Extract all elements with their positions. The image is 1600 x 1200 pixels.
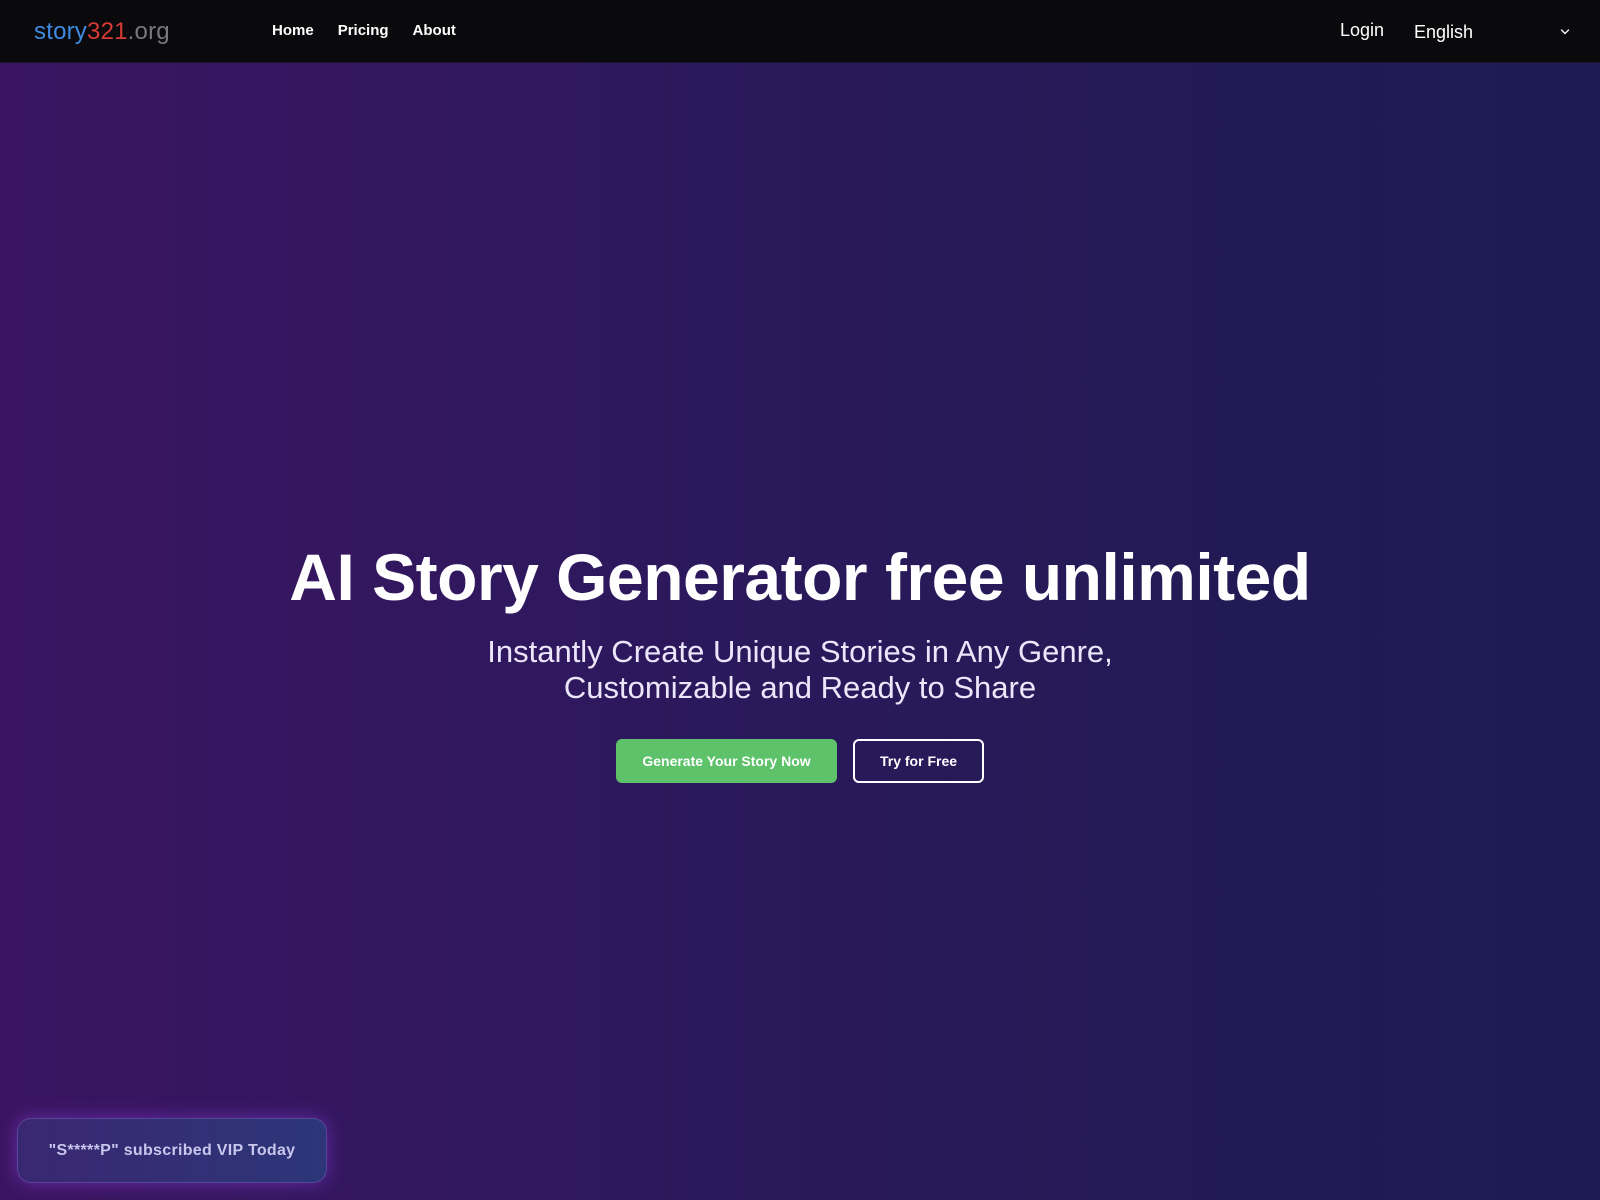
logo-part-story: story [34, 18, 88, 45]
language-select[interactable]: English [1414, 14, 1574, 50]
nav-link-pricing[interactable]: Pricing [338, 22, 389, 39]
logo-part-321: 321 [87, 18, 128, 45]
site-logo[interactable]: story321.org [34, 18, 170, 46]
nav-link-home[interactable]: Home [272, 22, 314, 39]
subscription-toast: "S*****P" subscribed VIP Today [17, 1118, 327, 1183]
chevron-down-icon [1560, 29, 1570, 35]
generate-story-button[interactable]: Generate Your Story Now [616, 738, 837, 783]
login-link[interactable]: Login [1340, 20, 1384, 41]
main-nav: Home Pricing About [272, 22, 456, 39]
language-selected-value: English [1414, 21, 1474, 42]
logo-part-org: .org [127, 18, 170, 45]
hero-title: AI Story Generator free unlimited [289, 540, 1311, 614]
toast-message: "S*****P" subscribed VIP Today [48, 1141, 296, 1159]
nav-link-about[interactable]: About [413, 22, 456, 39]
cta-row: Generate Your Story Now Try for Free [616, 738, 984, 783]
top-navbar: story321.org Home Pricing About Login En… [0, 0, 1600, 63]
try-for-free-button[interactable]: Try for Free [853, 738, 984, 783]
hero-section: AI Story Generator free unlimited Instan… [0, 63, 1600, 1200]
hero-subtitle: Instantly Create Unique Stories in Any G… [487, 633, 1113, 705]
